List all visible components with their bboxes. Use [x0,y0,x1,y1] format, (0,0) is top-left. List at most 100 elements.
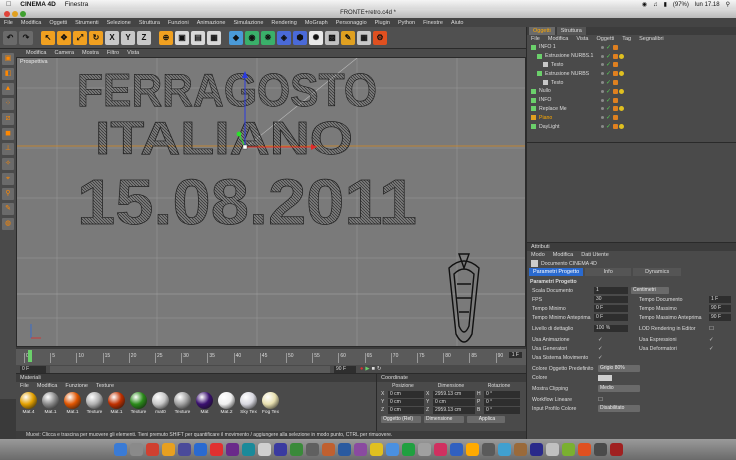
layers-icon[interactable]: ⚙ [373,30,387,45]
enabled-check-icon[interactable]: ✓ [606,114,611,121]
workflow-checkbox[interactable]: ☐ [598,397,603,403]
material-swatch[interactable] [174,392,191,409]
material-tag-icon[interactable] [619,124,625,130]
object-row[interactable]: INFO 1 ✓ [527,43,736,52]
play-icon[interactable]: ▶ [365,366,369,372]
attributes-menu-2[interactable]: Dati Utente [581,252,609,258]
coord-size-field[interactable]: 2959.13 cm [433,406,475,414]
enabled-check-icon[interactable]: ✓ [606,88,611,95]
dock-app-icon[interactable] [289,443,303,456]
dock-app-icon[interactable] [433,443,447,456]
object-row[interactable]: INFO ✓ [527,96,736,105]
tmin-prev-field[interactable]: 0 F [594,314,628,321]
dock-app-icon[interactable] [529,443,543,456]
objects-menu-3[interactable]: Oggetti [597,36,615,42]
use-gen-checkbox[interactable]: ✓ [598,346,639,352]
object-row[interactable]: Nullo ✓ [527,87,736,96]
wifi-icon[interactable]: ◉ [642,1,647,8]
material-swatch[interactable] [86,392,103,409]
materials-menu-0[interactable]: File [20,383,29,389]
material-tag-icon[interactable] [619,106,625,112]
menu-item-4[interactable]: Selezione [107,20,131,26]
coord-rotation-field[interactable]: 0 ° [484,398,520,406]
dock-app-icon[interactable] [497,443,511,456]
material-tag-icon[interactable] [619,71,625,77]
tab-objects[interactable]: Oggetti [529,27,555,35]
tab-project-settings[interactable]: Parametri Progetto [529,268,584,276]
grid-icon[interactable]: ▦ [357,30,371,45]
materials-menu-3[interactable]: Texture [96,383,114,389]
objects-menu-5[interactable]: Segnalibri [639,36,663,42]
render-view-icon[interactable]: ▣ [175,30,189,45]
move-icon[interactable]: ✥ [57,30,71,45]
lock-icon[interactable]: ⚲ [2,188,14,200]
dock-app-icon[interactable] [577,443,591,456]
timeline[interactable]: 051015202530354045505560657075808590 1 F [16,349,526,365]
dock-app-icon[interactable] [513,443,527,456]
materials-menu-1[interactable]: Modifica [37,383,57,389]
material-swatch[interactable] [64,392,81,409]
material-item[interactable]: Mat.1 [63,392,82,415]
rotate-icon[interactable]: ↻ [89,30,103,45]
current-frame-field[interactable]: 1 F [508,352,522,358]
viewport-menu-0[interactable]: Modifica [26,50,46,56]
clock[interactable]: lun 17.18 [695,2,720,8]
loop-icon[interactable]: ↻ [377,366,382,372]
tag-icon[interactable] [613,62,619,68]
material-swatch[interactable] [152,392,169,409]
material-item[interactable]: Mat.1 [41,392,60,415]
objects-menu-1[interactable]: Modifica [548,36,568,42]
attributes-menu-1[interactable]: Modifica [553,252,573,258]
menu-item-7[interactable]: Animazione [197,20,226,26]
apply-button[interactable]: Applica [467,415,505,423]
x-axis-icon[interactable]: X [105,30,119,45]
object-row[interactable]: DayLight ✓ [527,122,736,131]
material-item[interactable]: Mat.1 [107,392,126,415]
dock-app-icon[interactable] [257,443,271,456]
tmax-field[interactable]: 90 F [709,305,731,312]
deformer-icon[interactable]: ◈ [277,30,291,45]
sculpt-icon[interactable]: ◍ [2,218,14,230]
material-swatch[interactable] [108,392,125,409]
battery-icon[interactable]: ▮ [664,1,667,8]
menu-item-12[interactable]: Plugin [375,20,390,26]
visibility-dot[interactable] [601,45,604,49]
object-row[interactable]: Replace Me ✓ [527,105,736,114]
menu-item-9[interactable]: Rendering [271,20,296,26]
snap-icon[interactable]: ⌖ [2,173,14,185]
material-swatch[interactable] [218,392,235,409]
enabled-check-icon[interactable]: ✓ [606,97,611,104]
axis-icon[interactable]: ⊥ [2,143,14,155]
object-row[interactable]: Testo ✓ [527,78,736,87]
menu-item-1[interactable]: Modifica [21,20,41,26]
fps-field[interactable]: 30 [594,296,628,303]
timeline-playhead[interactable] [28,350,32,362]
enabled-check-icon[interactable]: ✓ [606,44,611,51]
menu-item-6[interactable]: Funzioni [168,20,189,26]
dock-app-icon[interactable] [481,443,495,456]
points-icon[interactable]: ⁘ [2,98,14,110]
viewport-menu-3[interactable]: Filtro [107,50,119,56]
record-icon[interactable]: ● [360,366,363,372]
visibility-dot[interactable] [601,125,604,129]
dock-app-icon[interactable] [369,443,383,456]
light-icon[interactable]: ✺ [309,30,323,45]
tag-icon[interactable] [613,53,619,59]
menu-item-2[interactable]: Oggetti [49,20,67,26]
dock-app-icon[interactable] [561,443,575,456]
dock-app-icon[interactable] [145,443,159,456]
nurbs-icon[interactable]: ◉ [245,30,259,45]
material-item[interactable]: Texture [173,392,192,415]
scale-field[interactable]: 1 [594,287,628,294]
materials-menu-2[interactable]: Funzione [65,383,88,389]
texture-icon[interactable]: ◧ [2,68,14,80]
viewport-menu-2[interactable]: Mostra [82,50,99,56]
end-frame-field[interactable]: 90 F [334,365,356,373]
dock-app-icon[interactable] [129,443,143,456]
coord-size-field[interactable]: 0 cm [433,398,475,406]
tag-icon[interactable] [613,71,619,77]
use-def-checkbox[interactable]: ✓ [709,346,714,352]
workplane-icon[interactable]: ▲ [2,83,14,95]
tmax-prev-field[interactable]: 90 F [709,314,731,321]
redo-icon[interactable]: ↷ [19,30,33,45]
